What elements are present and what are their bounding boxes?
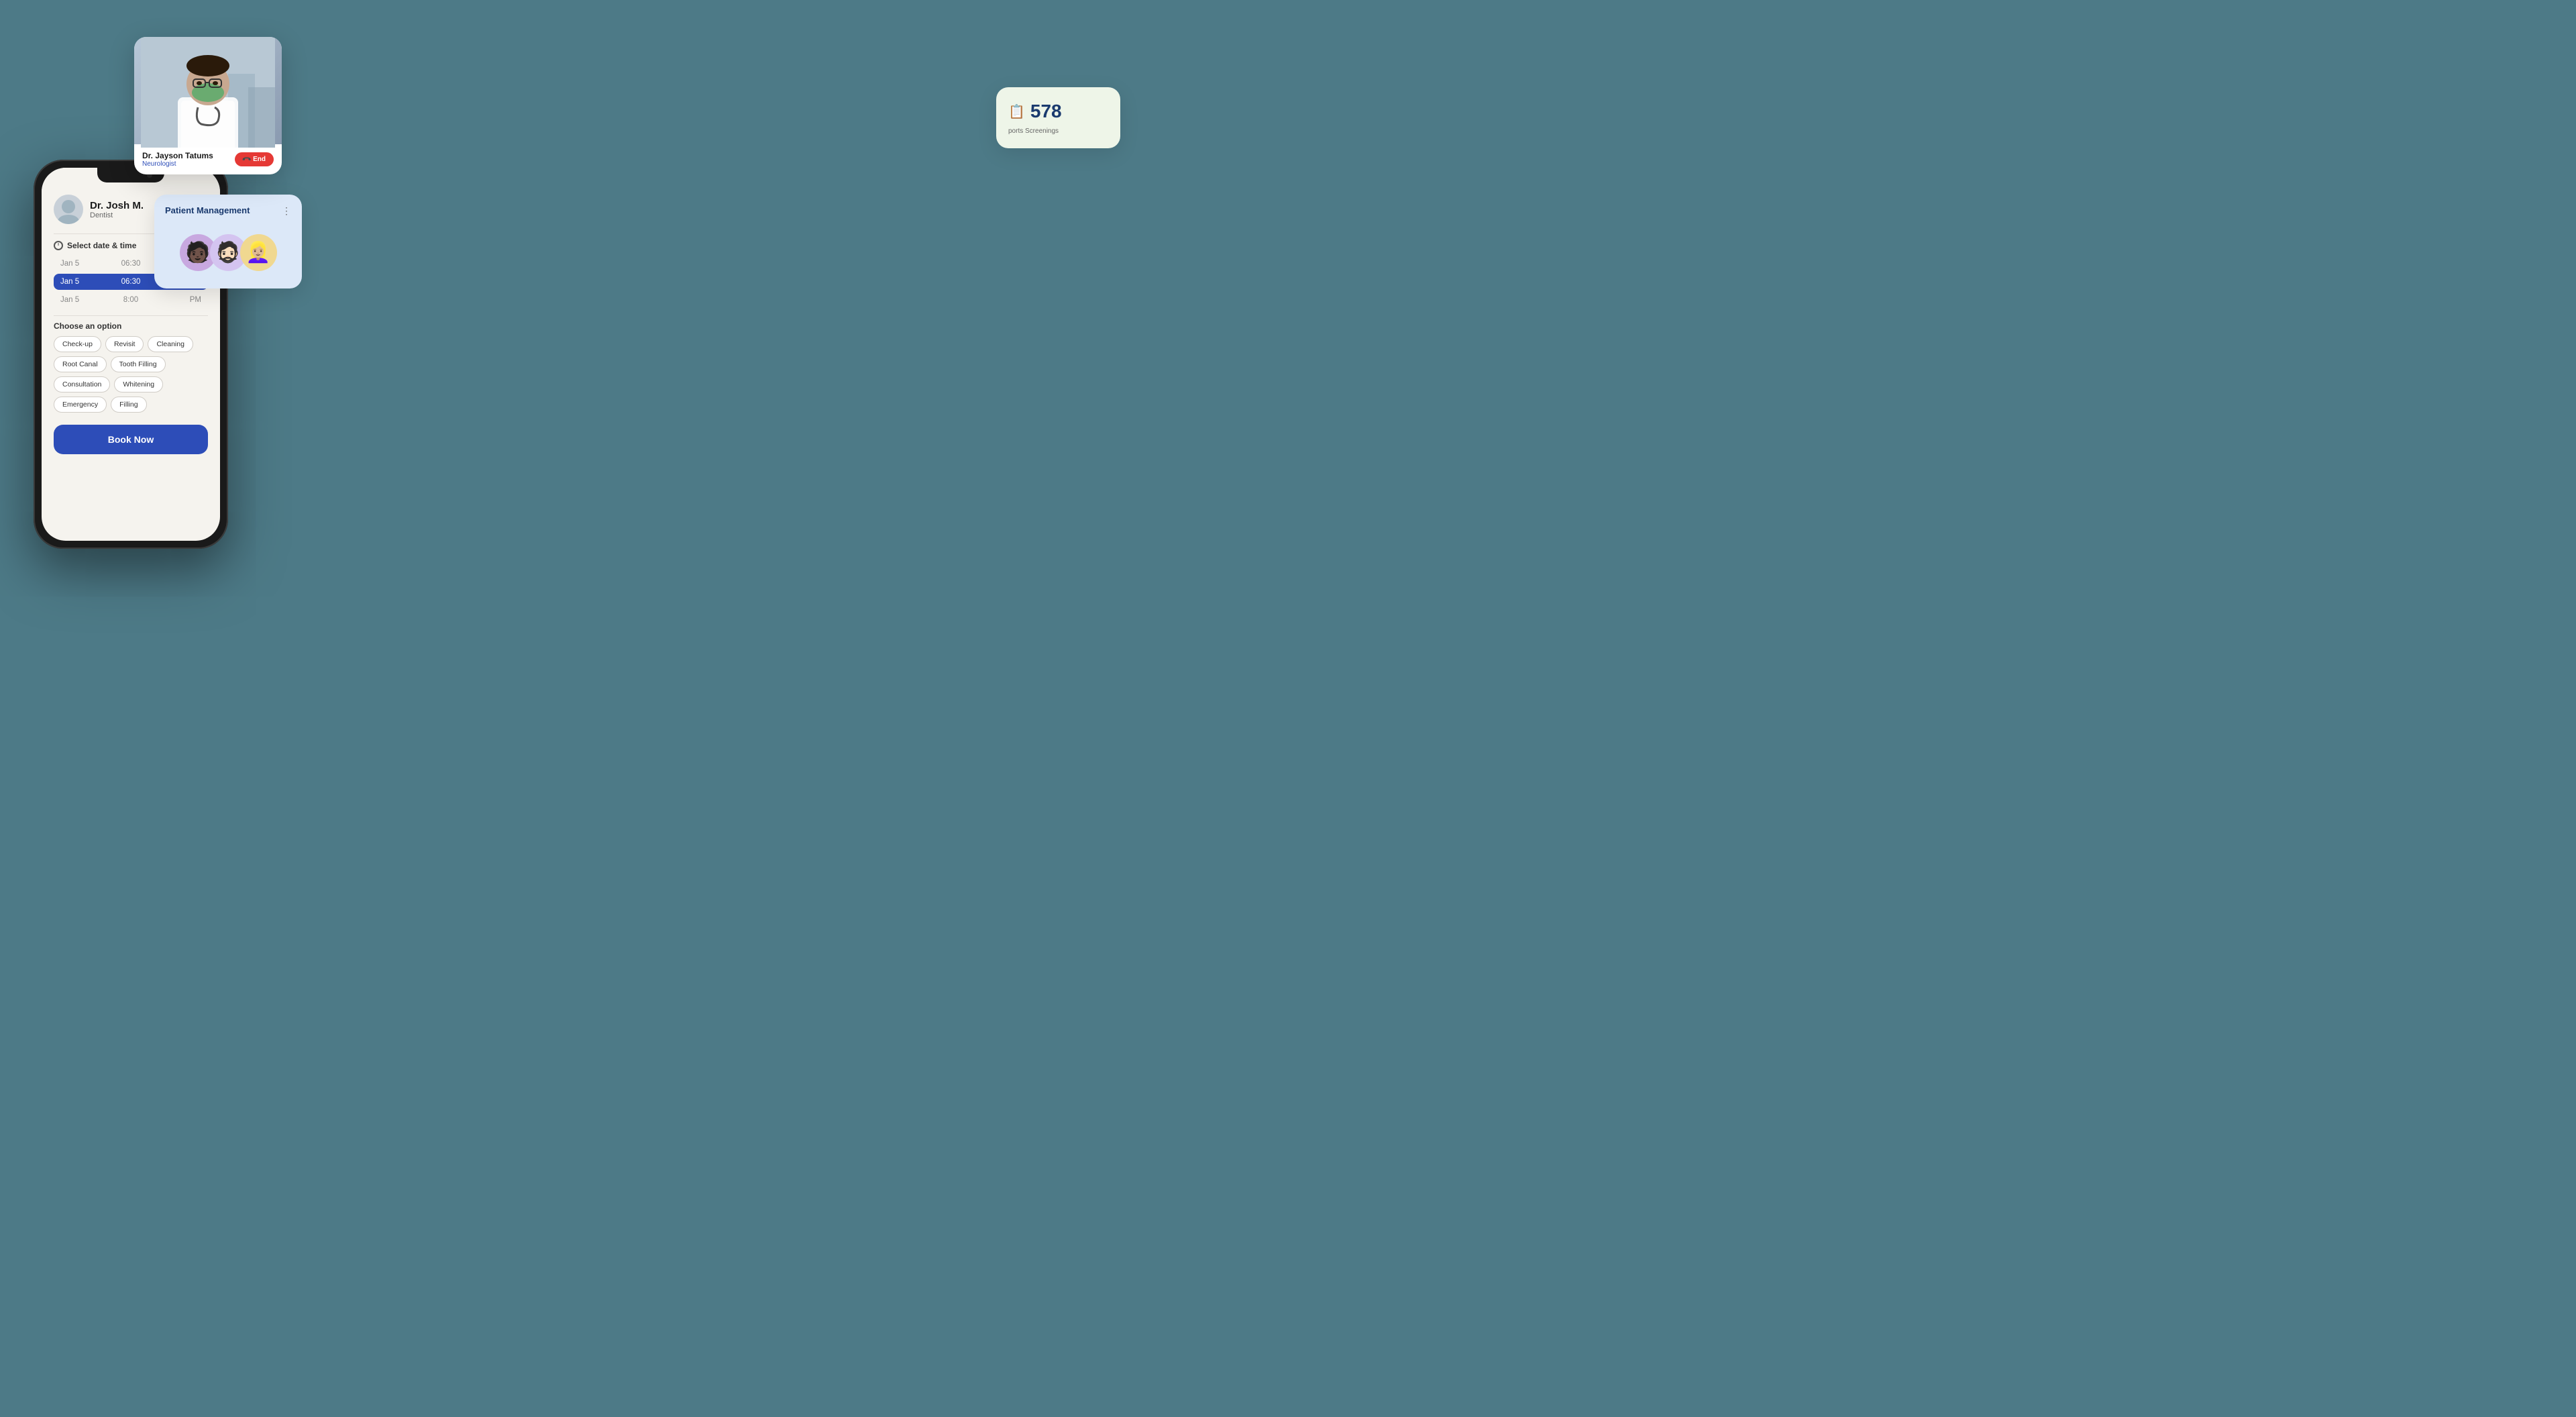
option-rootcanal[interactable]: Root Canal bbox=[54, 356, 107, 372]
doctor-photo bbox=[134, 37, 282, 144]
clock-icon bbox=[54, 241, 63, 250]
patient-mgmt-header: Patient Management ⋮ bbox=[165, 205, 291, 217]
option-consultation[interactable]: Consultation bbox=[54, 376, 110, 392]
doctor-video-card: Dr. Jayson Tatums Neurologist End bbox=[134, 37, 282, 174]
stats-label: ports Screenings bbox=[1008, 127, 1108, 135]
time-col-active: 06:30 bbox=[107, 278, 154, 286]
date-col-active: Jan 5 bbox=[60, 278, 107, 286]
options-grid: Check-up Revisit Cleaning Root Canal Too… bbox=[54, 336, 208, 413]
video-doctor-specialty: Neurologist bbox=[142, 160, 213, 168]
stats-card: 📋 578 ports Screenings bbox=[996, 87, 1120, 148]
video-doctor-name: Dr. Jayson Tatums bbox=[142, 151, 213, 160]
stats-number: 578 bbox=[1030, 101, 1062, 122]
patient-avatar-3: 👱🏼‍♀️ bbox=[240, 234, 277, 271]
option-checkup[interactable]: Check-up bbox=[54, 336, 101, 352]
three-dots-menu[interactable]: ⋮ bbox=[282, 205, 291, 217]
option-whitening[interactable]: Whitening bbox=[114, 376, 163, 392]
options-section: Choose an option Check-up Revisit Cleani… bbox=[42, 316, 220, 419]
period-col-3: PM bbox=[154, 296, 201, 304]
option-cleaning[interactable]: Cleaning bbox=[148, 336, 193, 352]
doctor-name: Dr. Josh M. bbox=[90, 200, 144, 211]
option-emergency[interactable]: Emergency bbox=[54, 397, 107, 413]
time-row-3[interactable]: Jan 5 8:00 PM bbox=[54, 292, 208, 308]
patient-avatars: 🧑🏿 🧔🏻 👱🏼‍♀️ bbox=[165, 227, 291, 278]
time-col-3: 8:00 bbox=[107, 296, 154, 304]
doctor-info: Dr. Josh M. Dentist bbox=[90, 200, 144, 219]
stats-icon: 📋 bbox=[1008, 103, 1025, 120]
date-col-3: Jan 5 bbox=[60, 296, 107, 304]
option-filling[interactable]: Filling bbox=[111, 397, 146, 413]
time-col: 06:30 bbox=[107, 260, 154, 268]
stats-header: 📋 578 bbox=[1008, 101, 1108, 122]
doctor-specialty: Dentist bbox=[90, 211, 144, 219]
patient-management-card: Patient Management ⋮ 🧑🏿 🧔🏻 👱🏼‍♀️ bbox=[154, 195, 302, 288]
option-revisit[interactable]: Revisit bbox=[105, 336, 144, 352]
doctor-video-info: Dr. Jayson Tatums Neurologist End bbox=[134, 144, 282, 174]
end-call-button[interactable]: End bbox=[235, 152, 274, 166]
doctor-avatar bbox=[54, 195, 83, 224]
patient-mgmt-title: Patient Management bbox=[165, 205, 250, 215]
options-title: Choose an option bbox=[54, 321, 208, 331]
option-toothfilling[interactable]: Tooth Filling bbox=[111, 356, 166, 372]
date-col: Jan 5 bbox=[60, 260, 107, 268]
video-doctor-details: Dr. Jayson Tatums Neurologist bbox=[142, 151, 213, 168]
book-now-button[interactable]: Book Now bbox=[54, 425, 208, 454]
